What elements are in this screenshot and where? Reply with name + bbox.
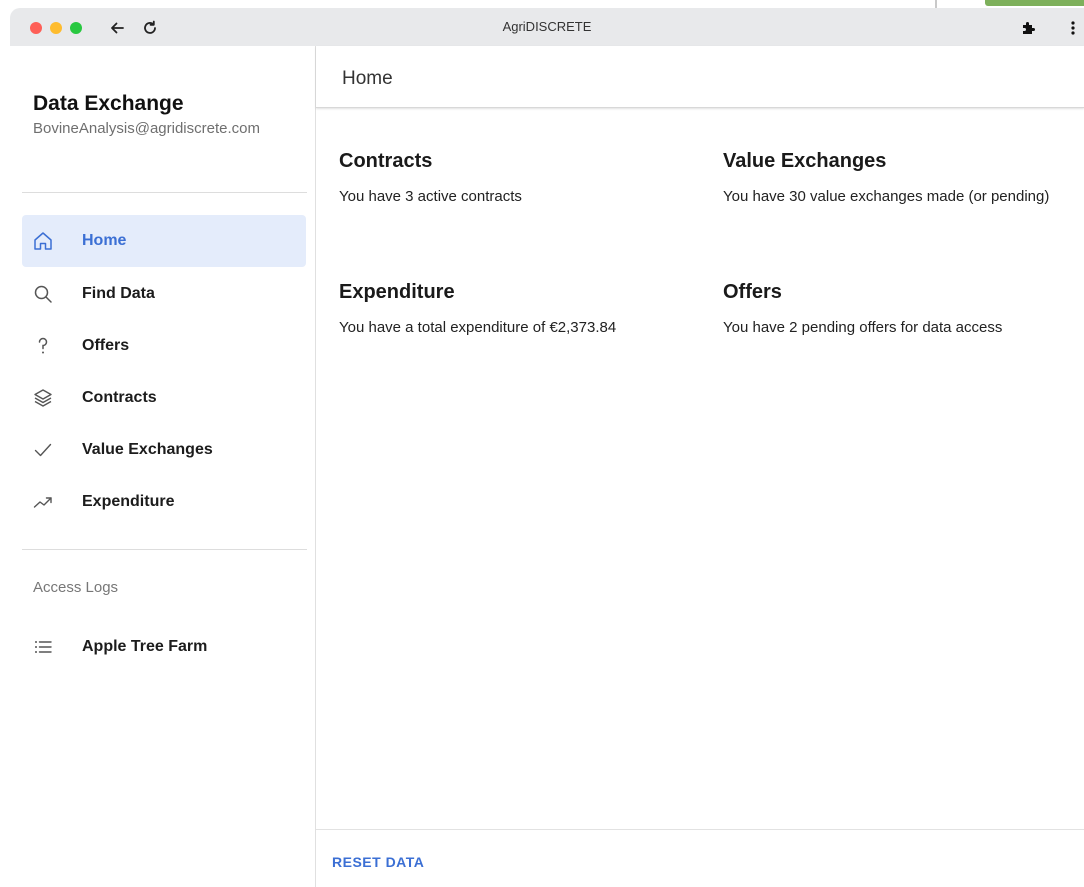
window-title: AgriDISCRETE bbox=[502, 19, 592, 34]
card-title: Offers bbox=[723, 281, 782, 303]
card-text: You have 3 active contracts bbox=[339, 188, 522, 205]
sidebar-item-label: Home bbox=[82, 232, 127, 249]
contracts-card: Contracts You have 3 active contracts bbox=[339, 150, 679, 206]
browser-menu-button[interactable] bbox=[1066, 17, 1080, 39]
sidebar-item-apple-tree-farm[interactable]: Apple Tree Farm bbox=[22, 621, 306, 673]
check-icon bbox=[22, 439, 82, 461]
sidebar-item-label: Contracts bbox=[82, 389, 157, 406]
card-title: Expenditure bbox=[339, 281, 455, 303]
sidebar-item-offers[interactable]: Offers bbox=[22, 320, 306, 372]
card-text: You have 2 pending offers for data acces… bbox=[723, 319, 1003, 336]
sidebar-item-expenditure[interactable]: Expenditure bbox=[22, 476, 306, 528]
sidebar-item-contracts[interactable]: Contracts bbox=[22, 372, 306, 424]
footer: RESET DATA bbox=[316, 829, 1084, 887]
sidebar-item-label: Expenditure bbox=[82, 493, 175, 510]
expenditure-card: Expenditure You have a total expenditure… bbox=[339, 281, 679, 337]
app-title: Data Exchange bbox=[33, 92, 184, 115]
page-title: Home bbox=[342, 68, 393, 89]
sidebar-item-label: Value Exchanges bbox=[82, 441, 213, 458]
browser-title-bar: AgriDISCRETE bbox=[10, 8, 1084, 46]
extensions-button[interactable] bbox=[1018, 17, 1040, 39]
sidebar-item-home[interactable]: Home bbox=[22, 215, 306, 267]
card-text: You have 30 value exchanges made (or pen… bbox=[723, 188, 1050, 205]
background-window-edge bbox=[935, 0, 937, 8]
card-title: Value Exchanges bbox=[723, 150, 887, 172]
layers-icon bbox=[22, 387, 82, 409]
reset-data-button[interactable]: RESET DATA bbox=[332, 854, 424, 870]
offers-card: Offers You have 2 pending offers for dat… bbox=[723, 281, 1063, 337]
app-header: Home bbox=[316, 46, 1084, 108]
search-icon bbox=[22, 283, 82, 305]
card-title: Contracts bbox=[339, 150, 433, 172]
sidebar-item-value-exchanges[interactable]: Value Exchanges bbox=[22, 424, 306, 476]
puzzle-icon bbox=[1023, 22, 1035, 34]
trending-up-icon bbox=[22, 491, 82, 513]
question-mark-icon bbox=[22, 335, 82, 357]
list-icon bbox=[22, 636, 82, 658]
sidebar-divider bbox=[22, 549, 307, 550]
kebab-menu-icon bbox=[1071, 21, 1075, 35]
sidebar-item-find-data[interactable]: Find Data bbox=[22, 268, 306, 320]
home-icon bbox=[22, 230, 82, 252]
sidebar-divider bbox=[22, 192, 307, 193]
value-exchanges-card: Value Exchanges You have 30 value exchan… bbox=[723, 150, 1063, 206]
sidebar-item-label: Find Data bbox=[82, 285, 155, 302]
user-email: BovineAnalysis@agridiscrete.com bbox=[33, 120, 260, 137]
background-window-fragment bbox=[985, 0, 1084, 6]
card-text: You have a total expenditure of €2,373.8… bbox=[339, 319, 617, 336]
sidebar-item-label: Offers bbox=[82, 337, 130, 354]
sidebar-item-label: Apple Tree Farm bbox=[82, 638, 208, 655]
sidebar: Data Exchange BovineAnalysis@agridiscret… bbox=[10, 46, 316, 887]
access-logs-heading: Access Logs bbox=[33, 579, 119, 596]
